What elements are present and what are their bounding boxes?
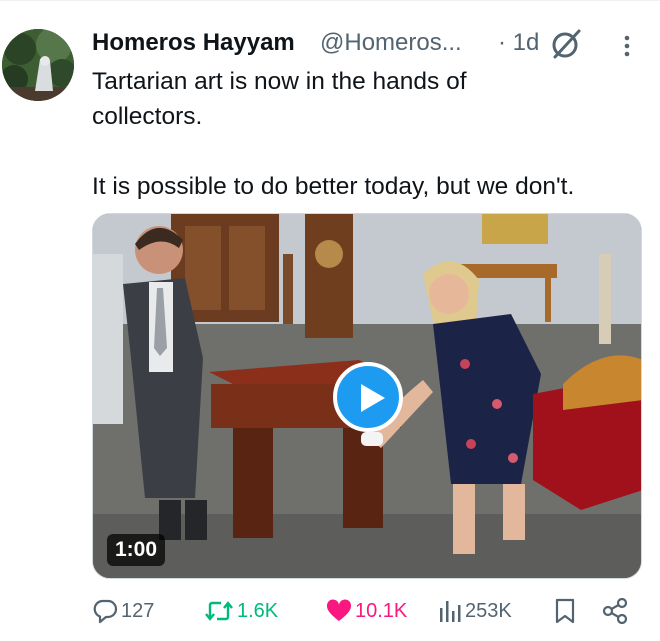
repost-count: 1.6K: [237, 599, 279, 622]
author-name[interactable]: Homeros Hayyam: [92, 29, 295, 57]
repost-button[interactable]: 1.6K: [204, 594, 278, 628]
views-button[interactable]: 253K: [438, 594, 512, 628]
grok-icon[interactable]: [549, 27, 583, 61]
reply-button[interactable]: 127: [92, 594, 154, 628]
top-divider: [0, 0, 660, 1]
play-icon: [361, 384, 385, 412]
share-icon: [602, 598, 628, 624]
tweet-header: Homeros Hayyam @Homeros... · 1d: [92, 26, 652, 60]
more-options-icon[interactable]: [617, 32, 637, 60]
repost-icon: [205, 601, 233, 621]
reply-count: 127: [121, 599, 155, 622]
play-button[interactable]: [333, 362, 403, 432]
like-button[interactable]: 10.1K: [326, 594, 407, 628]
video-duration: 1:00: [107, 534, 166, 566]
tweet-actions: 127 1.6K 10.1K 253K: [92, 594, 652, 628]
reply-icon: [93, 599, 118, 624]
bookmark-icon: [555, 598, 575, 624]
author-handle[interactable]: @Homeros...: [320, 29, 462, 57]
avatar[interactable]: [2, 29, 74, 101]
bookmark-button[interactable]: [554, 594, 576, 628]
heart-icon: [326, 599, 352, 621]
views-count: 253K: [465, 599, 512, 622]
video-player[interactable]: 1:00: [92, 213, 642, 579]
views-icon: [440, 601, 461, 622]
timestamp[interactable]: · 1d: [498, 29, 539, 57]
share-button[interactable]: [602, 594, 628, 628]
tweet-text: Tartarian art is now in the hands of col…: [92, 68, 575, 200]
like-count: 10.1K: [355, 599, 408, 622]
